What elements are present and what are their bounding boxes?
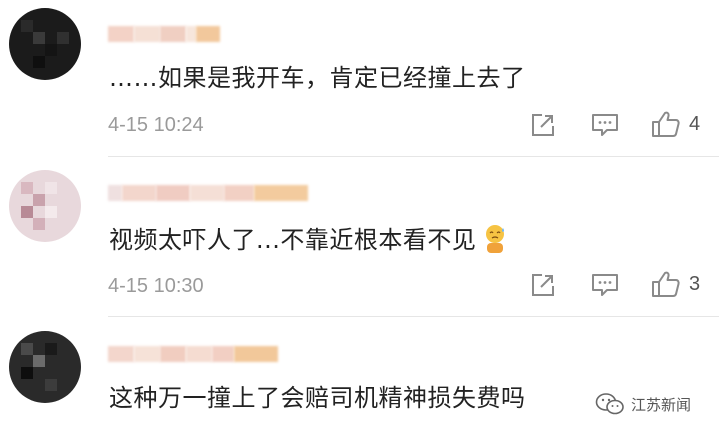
- like-count: 3: [689, 272, 701, 295]
- wechat-icon: [595, 393, 624, 415]
- avatar[interactable]: [9, 331, 81, 403]
- share-icon: [532, 114, 554, 136]
- avatar[interactable]: [9, 170, 81, 242]
- like-button[interactable]: 3: [651, 270, 700, 298]
- watermark: 江苏新闻: [595, 392, 691, 416]
- sweat-emoji-icon: [482, 224, 508, 254]
- share-button[interactable]: [530, 272, 556, 298]
- comment-icon: [592, 274, 618, 296]
- share-icon: [532, 274, 554, 296]
- share-button[interactable]: [530, 112, 556, 138]
- comment-timestamp: 4-15 10:30: [108, 275, 204, 297]
- comment-text: 这种万一撞上了会赔司机精神损失费吗: [109, 384, 526, 412]
- reply-button[interactable]: [591, 112, 619, 138]
- divider: [108, 316, 719, 317]
- comment-icon: [592, 114, 618, 136]
- like-count: 4: [689, 112, 701, 135]
- comment-text-content: 视频太吓人了...不靠近根本看不见: [109, 226, 477, 254]
- username[interactable]: [108, 183, 308, 203]
- like-button[interactable]: 4: [651, 110, 700, 138]
- comment-text: ……如果是我开车，肯定已经撞上去了: [109, 64, 526, 92]
- username[interactable]: [108, 344, 278, 364]
- comment-text: 视频太吓人了...不靠近根本看不见: [109, 220, 508, 255]
- like-icon: [652, 271, 680, 297]
- username[interactable]: [108, 24, 220, 44]
- reply-button[interactable]: [591, 272, 619, 298]
- comment-timestamp: 4-15 10:24: [108, 114, 204, 136]
- divider: [108, 156, 719, 157]
- watermark-label: 江苏新闻: [631, 395, 692, 414]
- like-icon: [652, 111, 680, 137]
- avatar[interactable]: [9, 8, 81, 80]
